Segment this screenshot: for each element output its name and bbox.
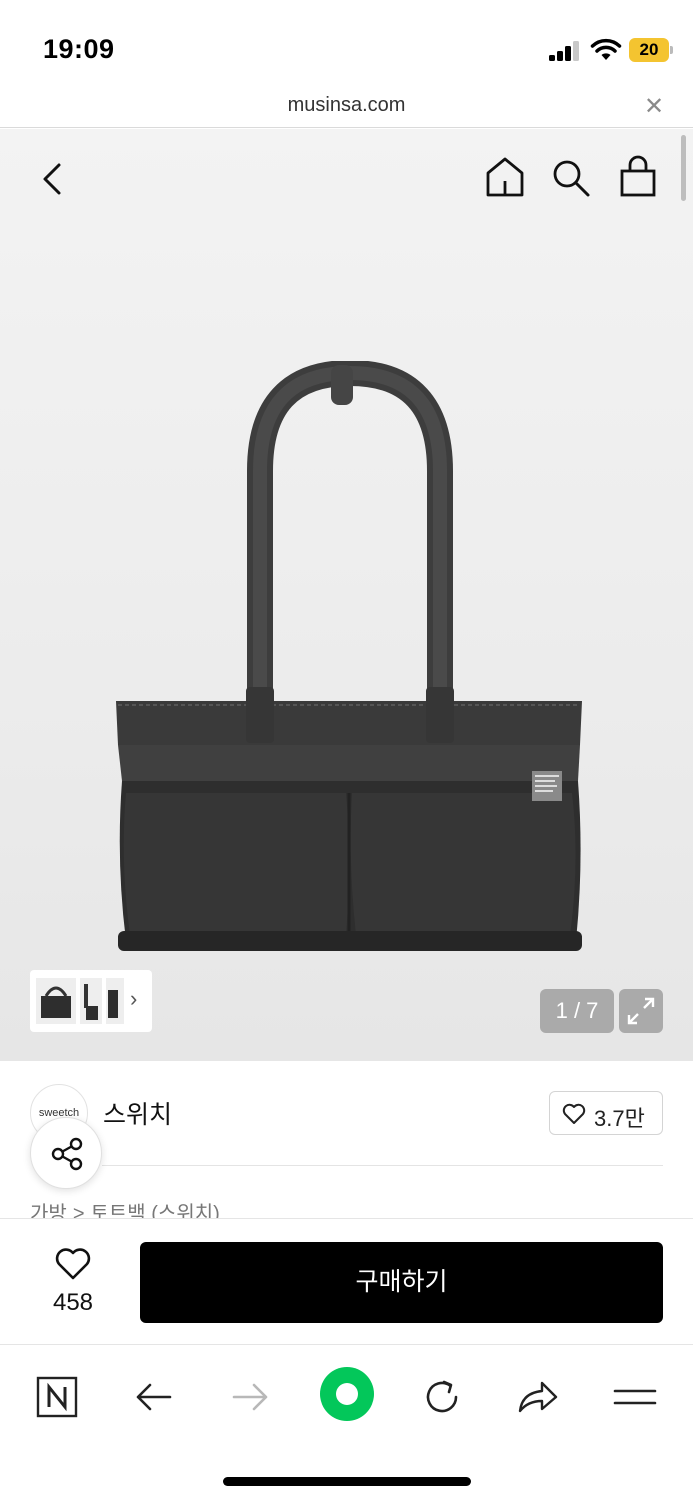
refresh-icon[interactable] [414,1369,470,1425]
browser-toolbar [0,1344,693,1500]
heart-icon [562,1103,586,1124]
buy-button[interactable]: 구매하기 [140,1242,663,1323]
brand-name[interactable]: 스위치 [103,1095,172,1131]
wifi-icon [590,38,622,60]
expand-icon[interactable] [619,989,663,1033]
home-indicator[interactable] [223,1477,471,1486]
scrollbar[interactable] [681,135,686,201]
heart-icon[interactable] [54,1247,92,1281]
thumbnail-strip[interactable]: › [30,970,152,1032]
purchase-bar: 458 구매하기 [0,1218,693,1344]
url-bar[interactable]: musinsa.com ✕ [0,90,693,128]
image-counter: 1 / 7 [540,989,614,1033]
menu-icon[interactable] [607,1369,663,1425]
battery-level: 20 [639,40,659,59]
product-image[interactable] [100,361,600,961]
divider [102,1165,663,1166]
shopping-bag-icon[interactable] [617,155,659,199]
product-hero: › 1 / 7 [0,129,693,1061]
like-count: 458 [52,1289,94,1316]
naver-icon[interactable] [29,1369,85,1425]
brand-like-count: 3.7만 [594,1106,645,1131]
share-arrow-icon[interactable] [510,1369,566,1425]
search-icon[interactable] [550,157,592,199]
brand-like-button[interactable]: 3.7만 [549,1091,663,1135]
back-arrow-icon[interactable] [126,1369,182,1425]
back-icon[interactable] [34,159,70,199]
thumbnail-image[interactable] [36,978,126,1024]
share-icon [51,1137,83,1171]
close-icon[interactable]: ✕ [644,92,664,121]
home-icon[interactable] [484,155,526,199]
chevron-right-icon[interactable]: › [130,986,137,1012]
status-time: 19:09 [43,34,115,64]
cellular-signal-icon [549,41,581,61]
forward-arrow-icon[interactable] [222,1369,278,1425]
status-bar: 19:09 20 [0,0,693,90]
share-button[interactable] [30,1117,102,1189]
green-dot-icon[interactable] [318,1365,376,1423]
battery-icon: 20 [629,38,673,62]
url-text[interactable]: musinsa.com [0,94,693,117]
